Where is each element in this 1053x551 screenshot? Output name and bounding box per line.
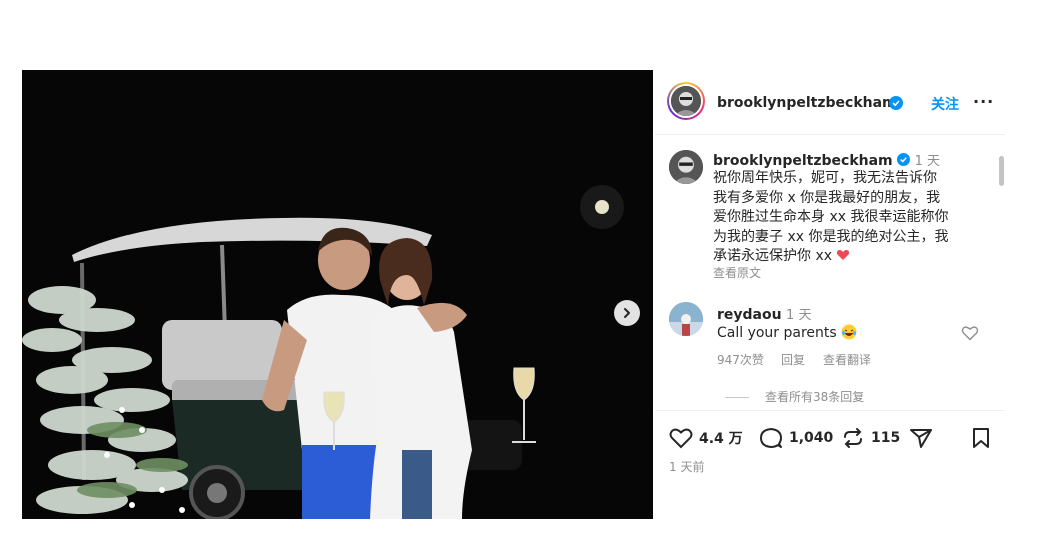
caption-line: 为我的妻子 xx 你是我的绝对公主，我 bbox=[713, 228, 949, 245]
post-photo[interactable] bbox=[22, 70, 653, 519]
commenter-avatar[interactable] bbox=[669, 302, 703, 336]
scrollbar-thumb[interactable] bbox=[999, 156, 1004, 186]
chevron-right-icon bbox=[624, 308, 630, 318]
caption-text: 祝你周年快乐，妮可，我无法告诉你 我有多爱你 x 你是我最好的朋友，我 爱你胜过… bbox=[713, 169, 983, 267]
bookmark-icon bbox=[973, 428, 989, 448]
next-photo-button[interactable] bbox=[614, 300, 640, 326]
comment-likes[interactable]: 947次赞 bbox=[717, 351, 764, 368]
comment-icon bbox=[760, 428, 782, 448]
comment-like-heart-icon[interactable] bbox=[961, 325, 979, 341]
comment-time: 1 天 bbox=[786, 308, 812, 323]
comment-count: 1,040 bbox=[789, 430, 834, 446]
caption-time: 1 天 bbox=[914, 154, 940, 169]
translate-link[interactable]: 查看翻译 bbox=[823, 351, 871, 368]
post-side-panel: brooklynpeltzbeckham 关注 ··· brooklynpelt… bbox=[655, 70, 1005, 519]
verified-icon bbox=[897, 153, 911, 166]
caption-header: brooklynpeltzbeckham 1 天 bbox=[713, 150, 940, 169]
follow-button[interactable]: 关注 bbox=[931, 94, 959, 114]
repost-count: 115 bbox=[871, 430, 901, 446]
repost-button[interactable]: 115 bbox=[841, 427, 900, 449]
heart-icon bbox=[669, 428, 693, 449]
like-button[interactable]: 4.4 万 bbox=[669, 427, 743, 449]
caption-avatar[interactable] bbox=[669, 150, 703, 184]
see-original-link[interactable]: 查看原文 bbox=[713, 264, 761, 281]
like-count: 4.4 万 bbox=[699, 431, 743, 447]
caption-line: 爱你胜过生命本身 xx 我很幸运能称你 bbox=[713, 209, 949, 225]
action-bar: 4.4 万 1,040 115 bbox=[655, 410, 1005, 520]
more-icon[interactable]: ··· bbox=[973, 92, 994, 111]
view-replies-link[interactable]: 查看所有38条回复 bbox=[725, 388, 864, 405]
comment-header: reydaou 1 天 bbox=[717, 304, 811, 323]
caption-line: 我有多爱你 x 你是我最好的朋友，我 bbox=[713, 189, 941, 206]
share-button[interactable] bbox=[909, 427, 933, 449]
avatar-photo bbox=[669, 302, 703, 336]
verified-icon bbox=[889, 96, 903, 110]
caption-line: 祝你周年快乐，妮可，我无法告诉你 bbox=[713, 170, 937, 186]
repost-icon bbox=[844, 428, 862, 448]
photo-scene bbox=[22, 70, 653, 519]
post-header: brooklynpeltzbeckham 关注 ··· bbox=[655, 70, 1005, 135]
bookmark-button[interactable] bbox=[971, 427, 991, 449]
avatar-photo bbox=[671, 86, 701, 116]
caption-username[interactable]: brooklynpeltzbeckham bbox=[713, 153, 893, 169]
avatar-photo bbox=[669, 150, 703, 184]
author-username[interactable]: brooklynpeltzbeckham bbox=[717, 95, 897, 111]
comment-button[interactable]: 1,040 bbox=[759, 427, 833, 449]
author-avatar[interactable] bbox=[667, 82, 705, 120]
post-timestamp: 1 天前 bbox=[669, 460, 705, 474]
pink-heart-icon bbox=[837, 250, 850, 260]
share-icon bbox=[910, 429, 932, 448]
reply-button[interactable]: 回复 bbox=[781, 351, 805, 368]
comment-text: Call your parents bbox=[717, 324, 857, 341]
laughing-emoji-icon bbox=[841, 324, 857, 340]
commenter-username[interactable]: reydaou bbox=[717, 307, 782, 323]
